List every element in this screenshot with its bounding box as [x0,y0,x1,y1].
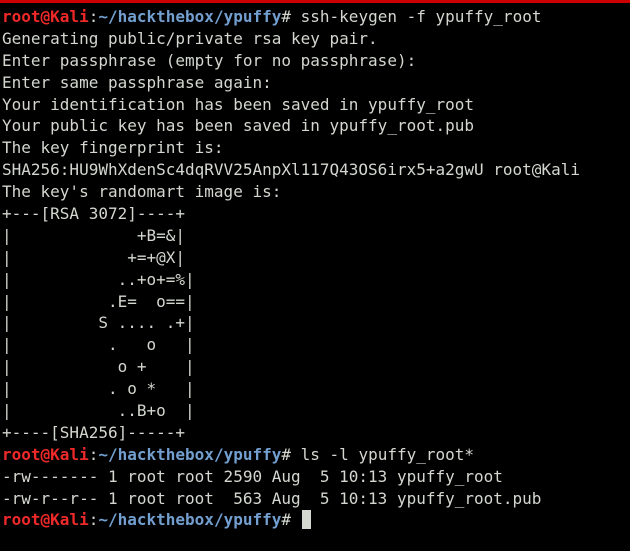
randomart-row: | . o | [2,335,195,355]
prompt-separator: : [88,444,99,464]
prompt-user-host: root@Kali [2,510,89,530]
output-line: Enter passphrase (empty for no passphras… [2,50,417,70]
window-title-accent-bar [0,0,630,3]
output-line: The key's randomart image is: [2,182,282,202]
block-cursor[interactable] [301,510,311,530]
file-listing-row: -rw-r--r-- 1 root root 563 Aug 5 10:13 y… [2,488,542,508]
randomart-row: | .E= o==| [2,291,195,311]
prompt-user-host: root@Kali [2,7,89,26]
randomart-border-bottom: +----[SHA256]-----+ [2,422,186,442]
terminal-output[interactable]: root@Kali:~/hackthebox/ypuffy# ssh-keyge… [2,6,628,546]
randomart-row: | +B=&| [2,225,186,245]
randomart-row: | +=+@X| [2,247,186,267]
prompt-path: ~/hackthebox/ypuffy [98,510,282,530]
key-fingerprint: SHA256:HU9WhXdenSc4dqRVV25AnpXl117Q43OS6… [2,160,580,180]
randomart-row: | ..B+o | [2,401,195,421]
prompt-line: root@Kali:~/hackthebox/ypuffy# ls -l ypu… [2,444,628,466]
prompt-path: ~/hackthebox/ypuffy [98,444,282,464]
prompt-symbol: # [281,510,301,530]
file-listing-row: -rw------- 1 root root 2590 Aug 5 10:13 … [2,466,503,486]
prompt-symbol: # [281,444,301,464]
prompt-line: root@Kali:~/hackthebox/ypuffy# ssh-keyge… [2,6,628,28]
randomart-row: | ..+o+=%| [2,269,195,289]
prompt-symbol: # [281,7,301,26]
randomart-row: | . o * | [2,379,195,399]
output-line: The key fingerprint is: [2,138,224,158]
prompt-path: ~/hackthebox/ypuffy [98,7,282,26]
output-line: Your identification has been saved in yp… [2,94,475,114]
prompt-separator: : [88,7,99,26]
command-text: ssh-keygen -f ypuffy_root [300,7,542,26]
randomart-border-top: +---[RSA 3072]----+ [2,204,186,224]
output-line: Your public key has been saved in ypuffy… [2,116,475,136]
prompt-user-host: root@Kali [2,444,89,464]
randomart-row: | o + | [2,357,195,377]
active-prompt-line[interactable]: root@Kali:~/hackthebox/ypuffy# [2,509,628,531]
output-line: Enter same passphrase again: [2,72,272,92]
prompt-separator: : [88,510,99,530]
output-line: Generating public/private rsa key pair. [2,28,378,48]
command-text: ls -l ypuffy_root* [300,444,475,464]
randomart-row: | S .... .+| [2,313,195,333]
